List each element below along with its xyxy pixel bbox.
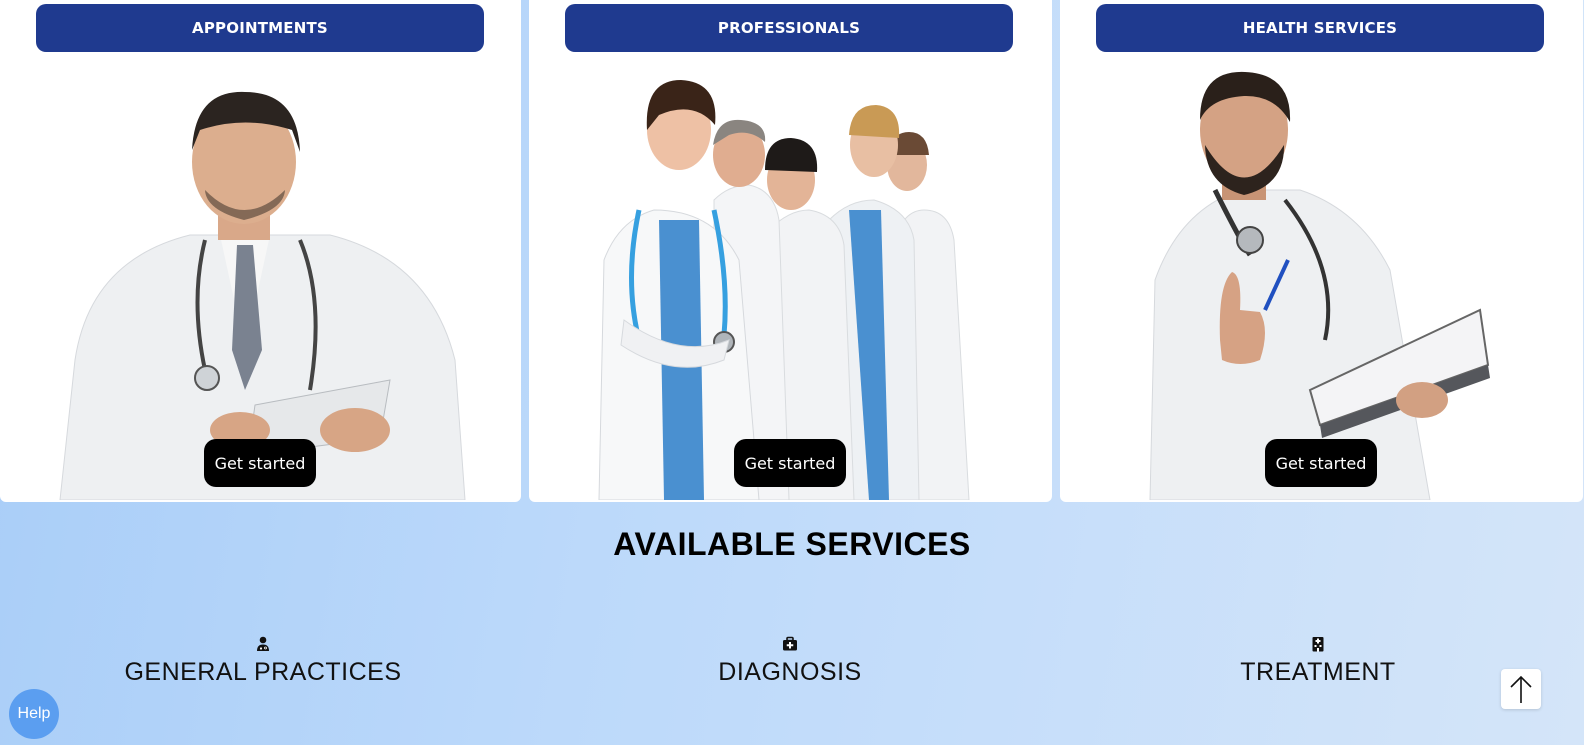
doctor-with-tablet-image: [0, 60, 521, 500]
get-started-button-health-services[interactable]: Get started: [1265, 439, 1377, 487]
available-services-heading: AVAILABLE SERVICES: [613, 526, 971, 562]
service-label: TREATMENT: [1240, 658, 1396, 686]
feature-cards: APPOINTMENTS Get started PROFESSIONALS G…: [0, 0, 1584, 502]
group-of-doctors-image: [529, 60, 1052, 500]
card-appointments: APPOINTMENTS Get started: [0, 0, 521, 502]
help-button[interactable]: Help: [9, 689, 59, 739]
arrow-up-icon: [1510, 675, 1532, 703]
service-treatment[interactable]: TREATMENT: [1118, 636, 1518, 687]
get-started-button-appointments[interactable]: Get started: [204, 439, 316, 487]
service-diagnosis[interactable]: DIAGNOSIS: [590, 636, 990, 687]
service-label: DIAGNOSIS: [718, 658, 862, 686]
card-health-services: HEALTH SERVICES Get started: [1060, 0, 1583, 502]
doctor-thumbs-up-image: [1060, 60, 1583, 500]
card-professionals: PROFESSIONALS Get started: [529, 0, 1052, 502]
user-doctor-icon: [257, 636, 269, 651]
hospital-icon: [1312, 637, 1324, 652]
card-title-health-services[interactable]: HEALTH SERVICES: [1096, 4, 1544, 52]
get-started-button-professionals[interactable]: Get started: [734, 439, 846, 487]
scroll-to-top-button[interactable]: [1501, 669, 1541, 709]
card-title-professionals[interactable]: PROFESSIONALS: [565, 4, 1013, 52]
service-general-practices[interactable]: GENERAL PRACTICES: [63, 636, 463, 687]
medkit-icon: [783, 636, 797, 651]
card-title-appointments[interactable]: APPOINTMENTS: [36, 4, 484, 52]
service-label: GENERAL PRACTICES: [124, 658, 402, 686]
